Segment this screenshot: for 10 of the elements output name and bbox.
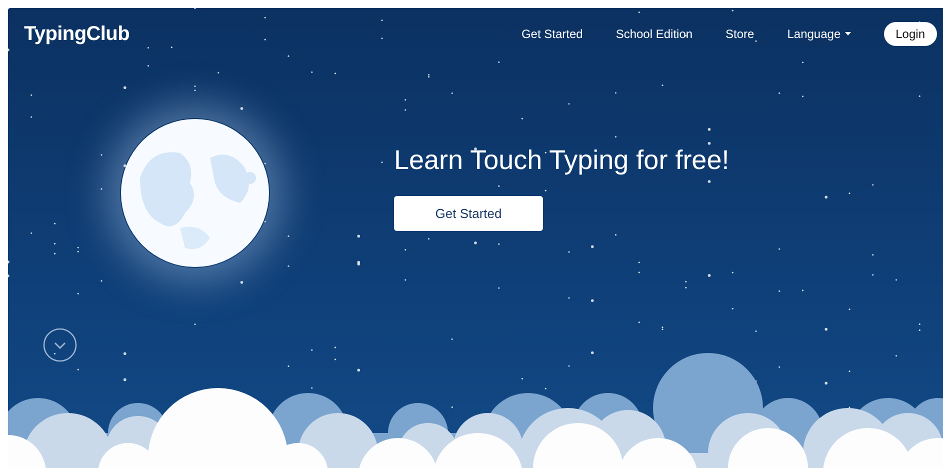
language-dropdown[interactable]: Language [787, 27, 841, 41]
get-started-button[interactable]: Get Started [394, 196, 543, 231]
nav-link[interactable]: Get Started [521, 27, 583, 41]
nav-link[interactable]: School Edition [616, 27, 693, 41]
hero-heading: Learn Touch Typing for free! [394, 145, 730, 176]
nav-link[interactable]: Store [726, 27, 754, 41]
logo[interactable]: TypingClub [24, 22, 130, 46]
login-button[interactable]: Login [884, 22, 937, 46]
scroll-down-icon[interactable] [43, 328, 77, 362]
caret-icon [844, 32, 851, 36]
